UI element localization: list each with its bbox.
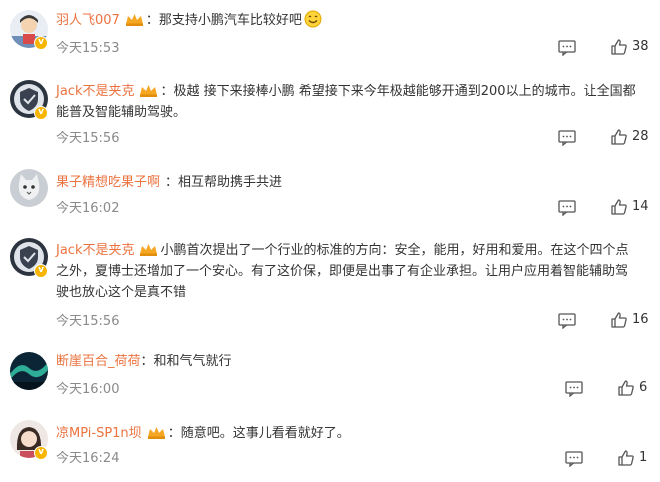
like-count: 16 [632,312,649,327]
comment-text: 和和气气就行 [153,354,232,369]
comment-text: 那支持小鹏汽车比较好吧 [158,13,302,28]
comment-line: 果子精想吃果子啊 ：相互帮助携手共进 [56,172,636,193]
cat-avatar-icon [10,169,48,207]
separator: ： [167,426,181,441]
reply-icon[interactable] [565,451,583,467]
like-count: 1 [639,450,648,465]
avatar[interactable] [10,169,48,207]
crown-icon [147,426,166,439]
verified-badge-icon: v [34,264,48,278]
comment-time: 今天16:24 [56,451,120,466]
like-count: 38 [632,39,649,54]
crown-icon [139,84,158,97]
like-count: 14 [632,199,649,214]
thumb-up-icon[interactable] [610,128,628,146]
verified-badge-icon: v [34,446,48,460]
reply-icon[interactable] [558,40,576,56]
thumb-up-icon[interactable] [610,311,628,329]
crown-icon [125,13,144,26]
separator: ： [160,84,174,99]
comment-time: 今天16:00 [56,382,120,397]
reply-icon[interactable] [565,381,583,397]
username-link[interactable]: 断崖百合_荷荷 [56,354,141,369]
comment-line: Jack不是夹克 小鹏首次提出了一个行业的标准的方向：安全，能用，好用和爱用。在这… [56,240,636,303]
username-link[interactable]: 羽人飞007 [56,13,120,28]
comment-text: 相互帮助携手共进 [178,175,283,190]
separator: ： [140,354,154,369]
thumb-up-icon[interactable] [610,38,628,56]
comment-line: 羽人飞007 ：那支持小鹏汽车比较好吧 [56,10,636,31]
thumb-up-icon[interactable] [610,198,628,216]
comment-line: 凉MPi-SP1n坝 ：随意吧。这事儿看看就好了。 [56,423,636,444]
separator: ： [165,175,179,190]
comment-time: 今天15:56 [56,314,120,329]
comment-time: 今天16:02 [56,201,120,216]
username-link[interactable]: Jack不是夹克 [56,243,134,258]
thumb-up-icon[interactable] [617,449,635,467]
username-link[interactable]: 果子精想吃果子啊 [56,175,160,190]
comment-time: 今天15:56 [56,131,120,146]
crown-icon [139,243,158,256]
like-count: 28 [632,129,649,144]
username-link[interactable]: Jack不是夹克 [56,84,134,99]
comment-line: Jack不是夹克 ：极越 接下来接棒小鹏 希望接下来今年极越能够开通到200以上的… [56,81,636,123]
comment-line: 断崖百合_荷荷：和和气气就行 [56,351,636,372]
separator: ： [145,13,159,28]
reply-icon[interactable] [558,313,576,329]
aurora-avatar-icon [10,352,48,390]
like-count: 6 [639,380,648,395]
smile-emoji [304,10,322,28]
thumb-up-icon[interactable] [617,379,635,397]
username-link[interactable]: 凉MPi-SP1n坝 [56,426,142,441]
reply-icon[interactable] [558,200,576,216]
comment-text: 随意吧。这事儿看看就好了。 [180,426,350,441]
verified-badge-icon: v [34,36,48,50]
avatar[interactable] [10,352,48,390]
reply-icon[interactable] [558,130,576,146]
comment-time: 今天15:53 [56,41,120,56]
verified-badge-icon: v [34,106,48,120]
